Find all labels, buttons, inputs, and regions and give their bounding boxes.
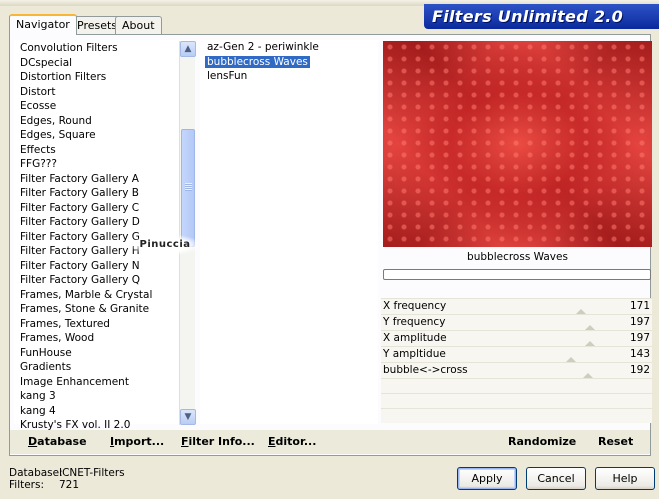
slider-label: Y ampltidue bbox=[383, 348, 446, 360]
database-button[interactable]: Database bbox=[28, 435, 87, 448]
slider-row[interactable]: Y ampltidue 143 bbox=[381, 346, 652, 363]
category-item[interactable]: Filter Factory Gallery N bbox=[15, 259, 189, 274]
category-item[interactable]: Frames, Textured bbox=[15, 317, 189, 332]
cancel-button[interactable]: Cancel bbox=[526, 467, 586, 490]
category-item[interactable]: Image Enhancement bbox=[15, 375, 189, 390]
filter-item[interactable]: bubblecross Waves bbox=[200, 55, 378, 70]
category-item[interactable]: kang 3 bbox=[15, 389, 189, 404]
preview-area bbox=[383, 41, 652, 247]
category-item[interactable]: Distortion Filters bbox=[15, 70, 189, 85]
slider-label: Y frequency bbox=[383, 316, 446, 328]
category-scrollbar[interactable]: ▲ ▼ bbox=[179, 41, 196, 425]
category-item[interactable]: Edges, Square bbox=[15, 128, 189, 143]
category-item[interactable]: Filter Factory Gallery D bbox=[15, 215, 189, 230]
category-item[interactable]: Frames, Marble & Crystal bbox=[15, 288, 189, 303]
window-title: Filters Unlimited 2.0 bbox=[432, 7, 624, 26]
slider-value: 197 bbox=[629, 332, 650, 344]
slider-value: 143 bbox=[629, 348, 650, 360]
slider-label: X frequency bbox=[383, 300, 447, 312]
filters-count: 721 bbox=[59, 479, 80, 491]
slider-track[interactable] bbox=[516, 315, 616, 331]
filter-item-label: lensFun bbox=[207, 70, 248, 82]
category-item[interactable]: Distort bbox=[15, 85, 189, 100]
filter-list[interactable]: az-Gen 2 - periwinkle bubblecross Waves le… bbox=[200, 40, 378, 424]
category-item[interactable]: Filter Factory Gallery B bbox=[15, 186, 189, 201]
editor-button[interactable]: Editor... bbox=[268, 435, 316, 448]
filter-item-label: az-Gen 2 - periwinkle bbox=[207, 41, 319, 53]
category-item[interactable]: DCspecial bbox=[15, 56, 189, 71]
filter-item[interactable]: lensFun bbox=[200, 69, 378, 84]
slider-row[interactable]: bubble<->cross 192 bbox=[381, 362, 652, 379]
watermark-pinuccia: Pinuccia bbox=[129, 234, 201, 256]
filter-item[interactable]: az-Gen 2 - periwinkle bbox=[200, 40, 378, 55]
category-item[interactable]: kang 4 bbox=[15, 404, 189, 419]
slider-track[interactable] bbox=[516, 299, 616, 315]
slider-panel: X frequency 171 Y frequency 197 X amplitude 1… bbox=[381, 298, 652, 423]
scroll-down-icon[interactable]: ▼ bbox=[180, 409, 196, 425]
slider-row-empty bbox=[381, 408, 652, 423]
database-value: ICNET-Filters bbox=[59, 467, 125, 479]
progress-bar bbox=[383, 269, 651, 280]
scroll-up-icon[interactable]: ▲ bbox=[180, 41, 196, 57]
slider-track[interactable] bbox=[516, 347, 616, 363]
preview-image bbox=[383, 41, 652, 247]
help-button[interactable]: Help bbox=[595, 467, 655, 490]
slider-track[interactable] bbox=[516, 331, 616, 347]
category-item[interactable]: Filter Factory Gallery C bbox=[15, 201, 189, 216]
category-item[interactable]: FFG??? bbox=[15, 157, 189, 172]
category-item[interactable]: Gradients bbox=[15, 360, 189, 375]
filter-info-button[interactable]: Filter Info... bbox=[181, 435, 255, 448]
category-item[interactable]: Ecosse bbox=[15, 99, 189, 114]
panel-button-bar: Database Import... Filter Info... Editor… bbox=[10, 430, 650, 454]
slider-row[interactable]: X amplitude 197 bbox=[381, 330, 652, 347]
slider-row[interactable]: Y frequency 197 bbox=[381, 314, 652, 331]
randomize-button[interactable]: Randomize bbox=[508, 435, 576, 448]
database-label: Database: bbox=[9, 467, 63, 479]
tab-about[interactable]: About bbox=[115, 16, 162, 34]
status-area: Database:ICNET-Filters Filters: 721 bbox=[9, 467, 125, 491]
apply-button[interactable]: Apply bbox=[457, 467, 517, 490]
navigator-panel: Convolution Filters DCspecial Distortion F… bbox=[9, 34, 652, 456]
filter-item-label: bubblecross Waves bbox=[205, 55, 310, 68]
slider-label: X amplitude bbox=[383, 332, 447, 344]
category-item[interactable]: Frames, Wood bbox=[15, 331, 189, 346]
slider-value: 171 bbox=[629, 300, 650, 312]
category-list[interactable]: Convolution Filters DCspecial Distortion F… bbox=[14, 40, 201, 431]
category-item[interactable]: Filter Factory Gallery Q bbox=[15, 273, 189, 288]
category-item[interactable]: Frames, Stone & Granite bbox=[15, 302, 189, 317]
reset-button[interactable]: Reset bbox=[598, 435, 633, 448]
slider-label: bubble<->cross bbox=[383, 364, 468, 376]
grip-icon bbox=[185, 183, 192, 191]
preview-filter-name: bubblecross Waves bbox=[467, 251, 568, 263]
title-banner: Filters Unlimited 2.0 bbox=[424, 4, 659, 29]
slider-row-empty bbox=[381, 378, 652, 393]
slider-track[interactable] bbox=[516, 363, 616, 379]
slider-value: 192 bbox=[629, 364, 650, 376]
category-item[interactable]: Filter Factory Gallery A bbox=[15, 172, 189, 187]
filters-label: Filters: bbox=[9, 479, 45, 491]
scroll-thumb[interactable] bbox=[181, 129, 195, 247]
tab-navigator[interactable]: Navigator bbox=[9, 14, 77, 35]
import-button[interactable]: Import... bbox=[110, 435, 164, 448]
category-item[interactable]: Effects bbox=[15, 143, 189, 158]
category-item[interactable]: Edges, Round bbox=[15, 114, 189, 129]
category-item[interactable]: FunHouse bbox=[15, 346, 189, 361]
slider-row-empty bbox=[381, 393, 652, 408]
slider-value: 197 bbox=[629, 316, 650, 328]
category-item[interactable]: Convolution Filters bbox=[15, 41, 189, 56]
slider-row[interactable]: X frequency 171 bbox=[381, 298, 652, 315]
